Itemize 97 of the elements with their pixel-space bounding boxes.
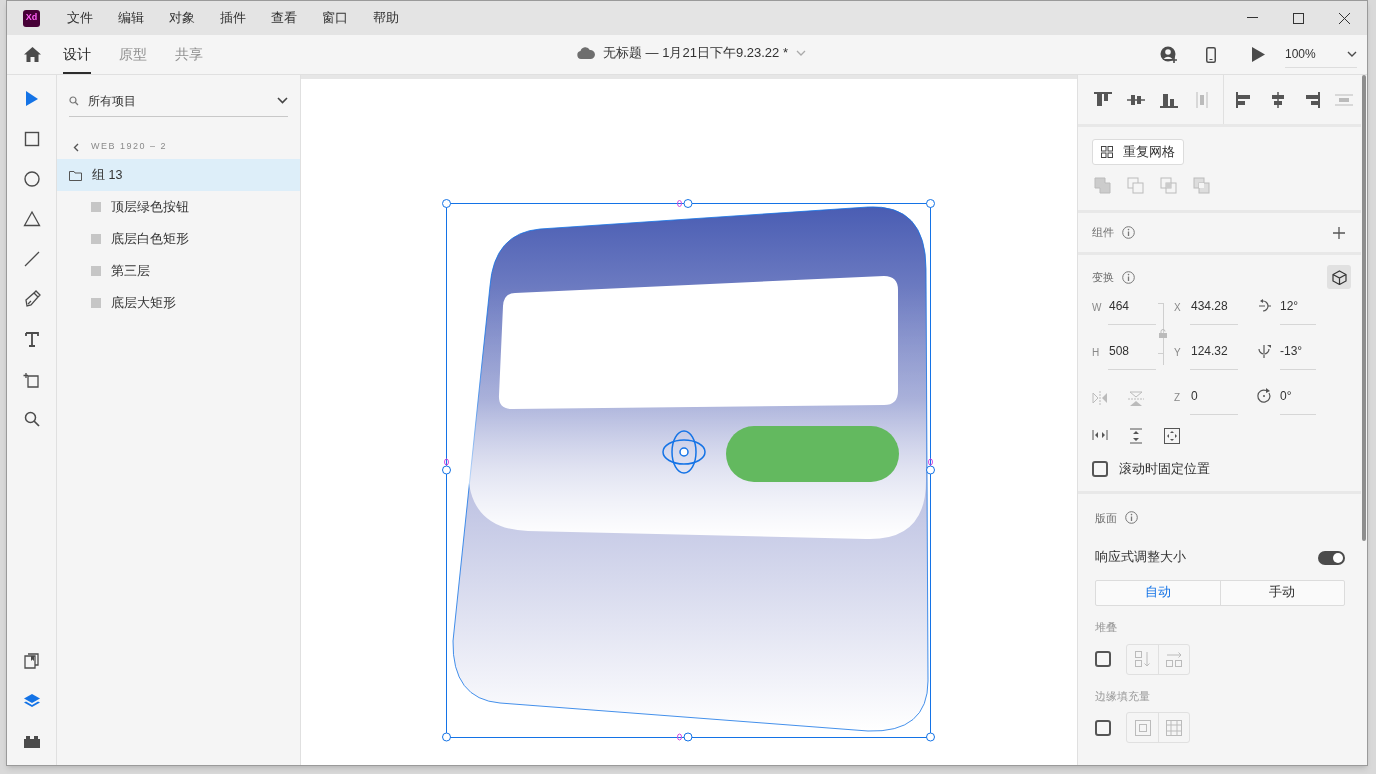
angle-field[interactable]: 12° [1280,297,1316,325]
number-field[interactable]: 434.28 [1190,297,1238,325]
stacked-pages-icon [22,652,41,670]
checkbox[interactable] [1095,719,1111,736]
shape-icon [91,234,101,244]
rotate-y-axis-icon [1256,343,1272,359]
add-icon[interactable] [1333,226,1345,239]
rotate-icon [1256,388,1272,404]
maximize-icon [1292,12,1304,24]
rectangle-icon [22,130,41,148]
toggle-label: 响应式调整大小 [1095,549,1186,567]
segment-tab[interactable]: 自动 [1096,580,1220,605]
scrollbar-thumb[interactable] [1362,75,1366,541]
field-label: Y [1174,346,1182,360]
menu-item[interactable]: 编辑 [118,8,144,28]
layers-icon [22,692,41,710]
triangle-icon [22,210,41,228]
number-field[interactable]: 0 [1190,387,1238,415]
layer-filter-dropdown[interactable]: 所有项目 [69,85,288,117]
field-label: X [1174,301,1182,315]
section-title: 边缘填充量 [1095,688,1151,704]
shape-icon [91,266,101,276]
field-label: H [1092,346,1101,360]
close-icon [1338,12,1350,24]
info-icon[interactable] [1122,270,1135,284]
artboard-icon [22,370,41,388]
menu-item[interactable]: 插件 [220,8,246,28]
artboard-breadcrumb: WEB 1920 – 2 [91,140,168,154]
chevron-down-icon [1347,51,1357,57]
home-icon [23,47,41,62]
zoom-dropdown[interactable]: 100% [1285,41,1357,68]
resize-width-icon[interactable] [1092,428,1108,442]
padding-grid-icon [1166,719,1182,736]
info-icon[interactable] [1122,226,1135,239]
menu-item[interactable]: 查看 [271,8,297,28]
tab[interactable]: 设计 [63,35,91,74]
section-title: 堆叠 [1095,619,1118,635]
padding-single-icon [1134,719,1151,736]
folder-icon [69,169,82,181]
angle-field[interactable]: -13° [1280,342,1316,370]
number-field[interactable]: 124.32 [1190,342,1238,370]
horizontal-stack-icon [1166,651,1182,667]
search-icon [22,410,41,428]
section-title: 组件 [1092,225,1114,241]
resize-fit-icon[interactable] [1164,428,1180,444]
menu-item[interactable]: 帮助 [373,8,399,28]
pen-icon [22,290,41,308]
invite-user-icon[interactable] [1160,45,1178,64]
3d-transform-button[interactable] [1327,265,1351,289]
3d-transform-handle[interactable] [662,430,706,474]
layer-row[interactable]: 第三层 [57,255,300,287]
card-panel-drawing[interactable] [468,276,926,539]
layer-row[interactable]: 底层大矩形 [57,287,300,319]
vertical-stack-icon [1134,651,1151,667]
align-center-icon[interactable] [1269,91,1287,108]
number-field[interactable]: 464 [1108,297,1156,325]
layer-row[interactable]: 组 13 [57,159,300,191]
layer-row[interactable]: 底层白色矩形 [57,223,300,255]
home-button[interactable] [23,45,41,64]
rotate-x-axis-icon [1256,298,1272,314]
back-icon[interactable] [73,142,79,152]
app-logo: Xd [23,9,40,27]
checkbox[interactable] [1092,461,1108,478]
search-icon [69,95,79,106]
field-label: Z [1174,391,1182,405]
mobile-preview-icon[interactable] [1206,46,1216,63]
menu-item[interactable]: 对象 [169,8,195,28]
field-label: W [1092,301,1103,315]
layer-row[interactable]: 顶层绿色按钮 [57,191,300,223]
toggle-switch[interactable] [1318,550,1345,565]
shape-icon [91,298,101,308]
segment-tab[interactable]: 手动 [1219,580,1344,605]
checkbox[interactable] [1095,651,1111,667]
checkbox-label: 滚动时固定位置 [1119,461,1210,478]
canvas[interactable] [301,79,1077,765]
line-icon [22,250,41,268]
cloud-icon [577,46,595,59]
menu-item[interactable]: 文件 [67,8,93,28]
number-field[interactable]: 508 [1108,342,1156,370]
align-bottom-icon[interactable] [1160,91,1178,108]
angle-field[interactable]: 0° [1280,387,1316,415]
minimize-icon [1246,17,1258,19]
align-top-icon[interactable] [1094,91,1112,108]
menu-item[interactable]: 窗口 [322,8,348,28]
resize-height-icon[interactable] [1128,428,1144,444]
document-title: 无标题 — 1月21日下午9.23.22 * [603,44,788,62]
info-icon[interactable] [1125,511,1138,525]
repeat-grid-button[interactable]: 重复网格 [1092,139,1184,165]
grid-icon [1101,146,1113,158]
section-title: 版面 [1095,510,1117,526]
section-title: 变换 [1092,269,1114,285]
chevron-down-icon [277,97,288,104]
play-icon[interactable] [1252,47,1265,62]
text-tool-icon [22,330,41,348]
ellipse-icon [22,170,41,188]
shape-icon [91,202,101,212]
cube-icon [1331,269,1347,285]
